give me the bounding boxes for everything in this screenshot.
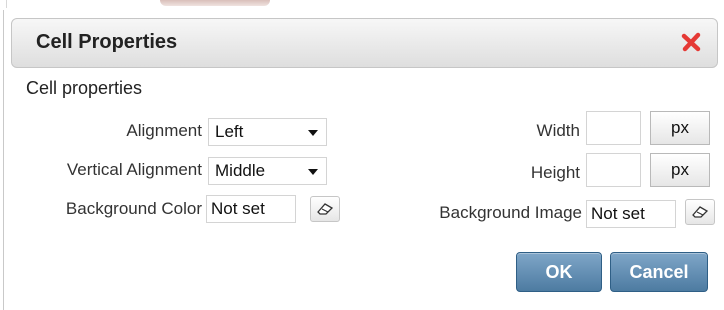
eraser-icon [692,206,709,218]
background-color-value[interactable]: Not set [206,195,296,223]
vertical-alignment-value: Middle [215,161,266,180]
width-unit-button[interactable]: px [650,111,710,145]
clear-background-color-button[interactable] [310,196,340,222]
width-label: Width [536,121,580,140]
background-image-value[interactable]: Not set [586,200,676,228]
dialog-title: Cell Properties [36,31,178,53]
chevron-down-icon [308,169,318,175]
left-border [3,10,4,310]
vertical-alignment-label: Vertical Alignment [66,160,202,179]
alignment-label: Alignment [126,121,202,140]
left-border-top [6,0,7,8]
chevron-down-icon [308,130,318,136]
dialog-header[interactable]: Cell Properties [11,18,718,68]
height-label: Height [530,163,580,182]
background-image-label: Background Image [439,203,582,222]
section-label: Cell properties [26,78,143,98]
width-input[interactable] [586,111,641,145]
alignment-value: Left [215,122,244,141]
cancel-button[interactable]: Cancel [610,252,708,292]
ok-button[interactable]: OK [516,252,602,292]
height-input[interactable] [586,153,641,187]
top-decoration [160,0,270,6]
clear-background-image-button[interactable] [685,199,715,225]
alignment-select[interactable]: Left [208,118,327,146]
close-button[interactable] [679,30,703,54]
vertical-alignment-select[interactable]: Middle [208,157,327,185]
background-color-label: Background Color [65,199,202,218]
eraser-icon [317,203,334,215]
close-x-icon [681,32,701,52]
height-unit-button[interactable]: px [650,153,710,187]
